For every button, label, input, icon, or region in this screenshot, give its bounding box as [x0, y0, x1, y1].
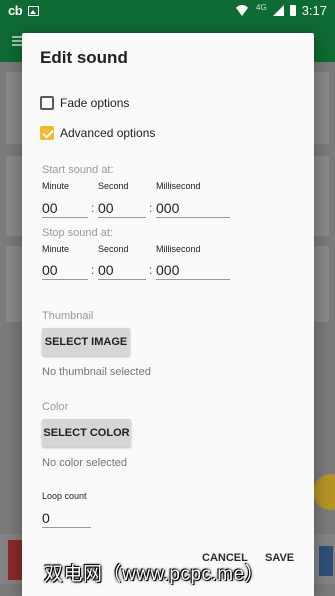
stop-ms-input[interactable]: 000 — [156, 261, 230, 280]
stop-second-label: Second — [98, 244, 129, 254]
color-label: Color — [42, 401, 69, 413]
color-status: No color selected — [42, 457, 127, 469]
edit-sound-dialog: Edit sound Fade options Advanced options… — [22, 33, 314, 596]
stop-sound-label: Stop sound at: — [42, 227, 113, 239]
separator: : — [91, 201, 95, 215]
start-second-input[interactable]: 00 — [98, 199, 146, 218]
select-color-button[interactable]: SELECT COLOR — [42, 419, 131, 447]
loop-count-input[interactable]: 0 — [42, 509, 91, 528]
battery-icon — [289, 5, 296, 16]
stop-minute-input[interactable]: 00 — [42, 261, 88, 280]
stop-second-input[interactable]: 00 — [98, 261, 146, 280]
separator: : — [149, 201, 153, 215]
advanced-options-checkbox[interactable]: Advanced options — [40, 126, 155, 140]
start-second-label: Second — [98, 181, 129, 191]
start-minute-label: Minute — [42, 181, 70, 191]
separator: : — [149, 263, 153, 277]
ad-button — [319, 546, 333, 576]
image-icon — [28, 5, 40, 16]
stop-minute-label: Minute — [42, 244, 70, 254]
thumbnail-status: No thumbnail selected — [42, 366, 151, 378]
checkbox-checked-icon[interactable] — [40, 126, 54, 140]
start-sound-label: Start sound at: — [42, 164, 114, 176]
app-logo: cb — [8, 3, 23, 18]
fade-options-label: Fade options — [60, 96, 130, 110]
stop-ms-label: Millisecond — [156, 244, 201, 254]
ad-logo — [8, 540, 22, 580]
network-type: 4G — [256, 3, 267, 12]
advanced-options-label: Advanced options — [60, 126, 156, 140]
status-bar: cb 4G 3:17 — [0, 0, 335, 22]
fade-options-checkbox[interactable]: Fade options — [40, 96, 129, 110]
clock: 3:17 — [301, 3, 327, 18]
signal-icon — [272, 5, 284, 16]
checkbox-unchecked-icon[interactable] — [40, 96, 54, 110]
select-image-button[interactable]: SELECT IMAGE — [42, 328, 130, 356]
start-minute-input[interactable]: 00 — [42, 199, 88, 218]
wifi-icon — [234, 5, 251, 16]
thumbnail-label: Thumbnail — [42, 310, 94, 322]
separator: : — [91, 263, 95, 277]
loop-count-label: Loop count — [42, 491, 87, 501]
start-ms-label: Millisecond — [156, 181, 201, 191]
save-button[interactable]: SAVE — [265, 552, 294, 564]
start-ms-input[interactable]: 000 — [156, 199, 230, 218]
dialog-title: Edit sound — [40, 48, 128, 67]
watermark: 双电网（www.pcpc.me） — [44, 564, 265, 585]
